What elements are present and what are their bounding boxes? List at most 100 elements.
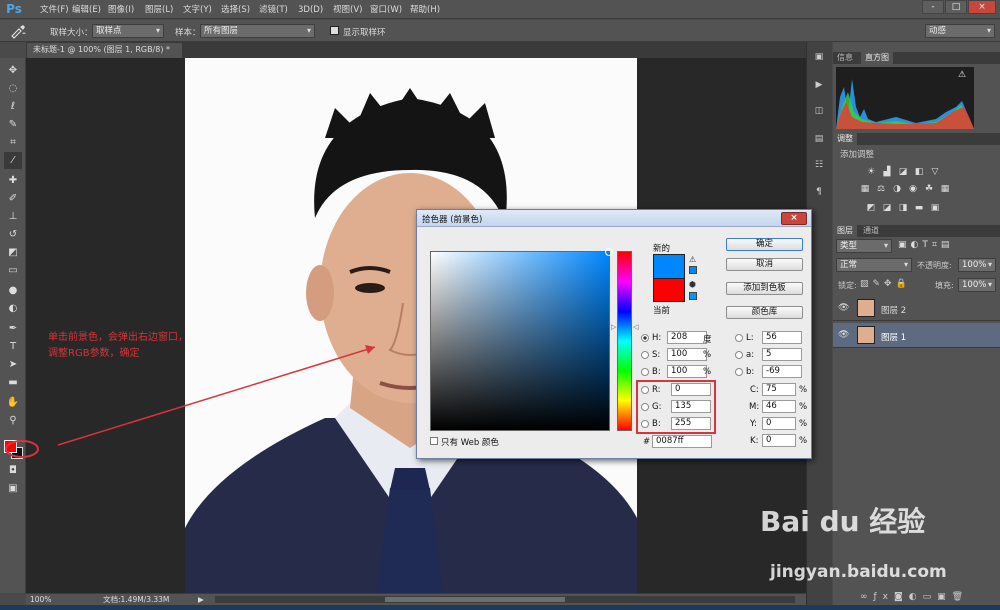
type-tool-icon[interactable]: T (4, 338, 22, 355)
brightness-icon[interactable]: ☀ (866, 167, 876, 177)
color-lookup-icon[interactable]: ▦ (940, 184, 950, 194)
b-radio[interactable] (641, 368, 649, 376)
cancel-button[interactable]: 取消 (726, 258, 803, 271)
color-field-cursor[interactable] (605, 248, 613, 256)
lock-icons[interactable]: ▨✎✥🔒 (860, 279, 911, 289)
m-field[interactable]: 46 (762, 400, 796, 413)
paragraph-panel-icon[interactable]: ¶ (810, 185, 828, 199)
tab-layers[interactable]: 图层 (833, 225, 857, 237)
l-field[interactable]: 56 (762, 331, 802, 344)
eraser-tool-icon[interactable]: ◩ (4, 244, 22, 261)
scrollbar-thumb[interactable] (385, 597, 565, 602)
a-radio[interactable] (735, 351, 743, 359)
minimize-button[interactable]: - (922, 0, 944, 14)
eyedropper-tool-icon[interactable] (8, 23, 28, 39)
bw-icon[interactable]: ◑ (892, 184, 902, 194)
sample-size-dropdown[interactable]: 取样点 (92, 24, 164, 38)
color-field[interactable] (430, 248, 613, 431)
dodge-tool-icon[interactable]: ◐ (4, 300, 22, 317)
b-field[interactable]: 100 (667, 365, 707, 378)
tab-adjustments[interactable]: 调整 (833, 133, 857, 145)
restore-button[interactable]: □ (945, 0, 967, 14)
ok-button[interactable]: 确定 (726, 238, 803, 251)
layer-row-selected[interactable]: 👁 图层 1 (833, 323, 1000, 348)
menu-filter[interactable]: 滤镜(T) (259, 3, 288, 17)
menu-edit[interactable]: 编辑(E) (72, 3, 101, 17)
lab-b-field[interactable]: -69 (762, 365, 802, 378)
gradient-map-icon[interactable]: ▬ (914, 203, 924, 213)
brush-tool-icon[interactable]: ✐ (4, 190, 22, 207)
shape-tool-icon[interactable]: ▬ (4, 374, 22, 391)
menu-3d[interactable]: 3D(D) (298, 3, 323, 17)
actions-panel-icon[interactable]: ▶ (810, 78, 828, 92)
tab-channels[interactable]: 通道 (859, 225, 883, 237)
s-field[interactable]: 100 (667, 348, 707, 361)
history-brush-tool-icon[interactable]: ↺ (4, 226, 22, 243)
menu-file[interactable]: 文件(F) (40, 3, 69, 17)
horizontal-scrollbar[interactable] (215, 596, 795, 603)
sample-dropdown[interactable]: 所有图层 (200, 24, 315, 38)
dialog-close-button[interactable]: × (781, 212, 807, 225)
s-radio[interactable] (641, 351, 649, 359)
exposure-icon[interactable]: ◧ (914, 167, 924, 177)
show-ring-checkbox[interactable] (330, 26, 339, 35)
eyedropper-tool-icon[interactable]: ⁄ (4, 152, 22, 169)
add-to-swatches-button[interactable]: 添加到色板 (726, 282, 803, 295)
gradient-tool-icon[interactable]: ▭ (4, 262, 22, 279)
foreground-color-swatch[interactable] (4, 440, 17, 453)
photo-filter-icon[interactable]: ◉ (908, 184, 918, 194)
c-field[interactable]: 75 (762, 383, 796, 396)
path-select-tool-icon[interactable]: ➤ (4, 356, 22, 373)
lab-b-radio[interactable] (735, 368, 743, 376)
clone-stamp-tool-icon[interactable]: ⊥ (4, 208, 22, 225)
healing-brush-tool-icon[interactable]: ✚ (4, 172, 22, 189)
crop-tool-icon[interactable]: ⌗ (4, 134, 22, 151)
channel-mixer-icon[interactable]: ☘ (924, 184, 934, 194)
h-radio[interactable] (641, 334, 649, 342)
move-tool-icon[interactable]: ✥ (4, 62, 22, 79)
menu-help[interactable]: 帮助(H) (410, 3, 440, 17)
hue-slider[interactable] (617, 251, 632, 431)
zoom-tool-icon[interactable]: ⚲ (4, 412, 22, 429)
menu-window[interactable]: 窗口(W) (370, 3, 402, 17)
visibility-eye-icon[interactable]: 👁 (838, 330, 849, 340)
fill-field[interactable]: 100% (958, 278, 996, 292)
menu-image[interactable]: 图像(I) (108, 3, 134, 17)
workspace-dropdown[interactable]: 动感 (925, 24, 995, 38)
threshold-icon[interactable]: ◨ (898, 203, 908, 213)
hue-slider-left-arrow-icon[interactable]: ▷ (611, 323, 616, 331)
blend-mode-dropdown[interactable]: 正常 (836, 258, 912, 272)
a-field[interactable]: 5 (762, 348, 802, 361)
lasso-tool-icon[interactable]: ℓ (4, 98, 22, 115)
menu-type[interactable]: 文字(Y) (183, 3, 212, 17)
clipping-warning-icon[interactable]: ⚠ (958, 70, 966, 80)
quick-mask-icon[interactable]: ◘ (4, 462, 22, 479)
close-button[interactable]: × (968, 0, 996, 14)
k-field[interactable]: 0 (762, 434, 796, 447)
color-libraries-button[interactable]: 颜色库 (726, 306, 803, 319)
layer-footer-icons[interactable]: ∞ƒx◙◐▭▣🗑 (860, 592, 969, 602)
gamut-swatch[interactable] (689, 266, 697, 274)
levels-icon[interactable]: ▟ (882, 167, 892, 177)
swatches-panel-icon[interactable]: ☷ (810, 158, 828, 172)
tab-info[interactable]: 信息 (833, 52, 857, 64)
vibrance-icon[interactable]: ▽ (930, 167, 940, 177)
layer-kind-filter[interactable]: 类型 (836, 239, 892, 253)
opacity-field[interactable]: 100% (958, 258, 996, 272)
menu-view[interactable]: 视图(V) (333, 3, 362, 17)
curves-icon[interactable]: ◪ (898, 167, 908, 177)
selective-color-icon[interactable]: ▣ (930, 203, 940, 213)
hue-icon[interactable]: ▦ (860, 184, 870, 194)
web-safe-swatch[interactable] (689, 292, 697, 300)
menu-select[interactable]: 选择(S) (221, 3, 250, 17)
blur-tool-icon[interactable]: ● (4, 282, 22, 299)
color-balance-icon[interactable]: ⚖ (876, 184, 886, 194)
out-of-gamut-warning-icon[interactable]: ⚠ (689, 255, 696, 264)
l-radio[interactable] (735, 334, 743, 342)
tab-histogram[interactable]: 直方图 (861, 52, 893, 64)
layer-filter-icons[interactable]: ▣◐T⌗▤ (898, 240, 953, 250)
invert-icon[interactable]: ◩ (866, 203, 876, 213)
web-safe-cube-icon[interactable]: ⬢ (689, 280, 696, 289)
y-field[interactable]: 0 (762, 417, 796, 430)
properties-panel-icon[interactable]: ◫ (810, 104, 828, 118)
